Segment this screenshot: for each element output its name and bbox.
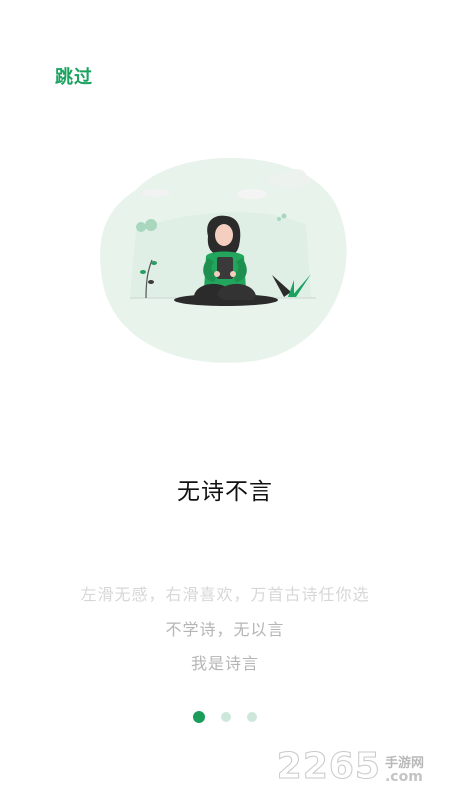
onboarding-subtitle-line-1: 左滑无感，右滑喜欢，万首古诗任你选 bbox=[80, 585, 370, 604]
watermark-number: 2265 bbox=[276, 746, 381, 787]
watermark-domain: .com bbox=[384, 769, 423, 786]
woman-reading-phone-illustration bbox=[100, 157, 347, 363]
watermark-cn: 手游网 bbox=[384, 755, 424, 771]
onboarding-title: 无诗不言 bbox=[177, 479, 273, 505]
page-dot-1[interactable] bbox=[193, 711, 205, 723]
page-dot-2[interactable] bbox=[221, 712, 231, 722]
onboarding-subtitle-line-2: 不学诗，无以言 bbox=[165, 620, 285, 639]
onboarding-illustration bbox=[96, 150, 356, 370]
skip-button[interactable]: 跳过 bbox=[55, 63, 93, 89]
page-indicator bbox=[0, 711, 450, 723]
onboarding-subtitle-line-3: 我是诗言 bbox=[190, 654, 259, 673]
watermark-logo: 2265 手游网 .com bbox=[276, 746, 424, 787]
page-dot-3[interactable] bbox=[247, 712, 257, 722]
